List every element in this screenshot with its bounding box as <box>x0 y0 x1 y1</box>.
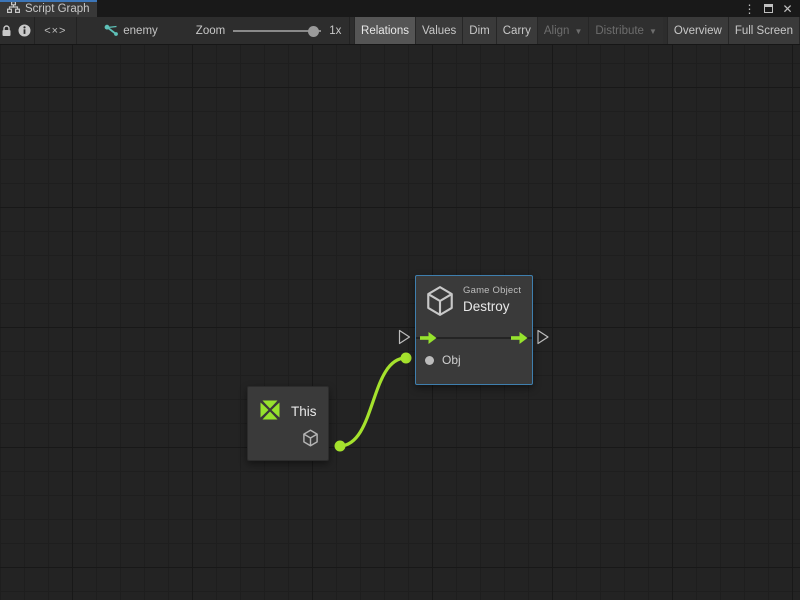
full-screen-button[interactable]: Full Screen <box>728 17 800 44</box>
graph-hierarchy-icon <box>7 0 20 18</box>
script-graph-asset-icon <box>104 24 118 37</box>
node-title: This <box>291 404 317 419</box>
graph-toolbar: <×> enemy Zoom 1x Relations Values Dim C… <box>0 17 800 45</box>
node-destroy-header: Game Object Destroy <box>416 276 532 317</box>
maximize-icon <box>764 4 773 13</box>
game-object-cube-icon <box>302 429 319 447</box>
distribute-dropdown[interactable]: Distribute ▼ <box>588 17 663 44</box>
port-dot-icon <box>425 356 434 365</box>
align-dropdown[interactable]: Align ▼ <box>537 17 589 44</box>
window-maximize-button[interactable] <box>761 1 776 16</box>
wire-start-dot <box>335 441 346 452</box>
zoom-control: Zoom 1x <box>168 17 350 44</box>
node-title: Destroy <box>463 299 521 314</box>
node-this[interactable]: This <box>247 386 329 461</box>
dim-button[interactable]: Dim <box>462 17 495 44</box>
control-output-port[interactable] <box>511 331 528 350</box>
connection-wire <box>340 358 406 446</box>
graph-name: enemy <box>123 25 158 37</box>
obj-input-port[interactable]: Obj <box>425 353 461 367</box>
lock-icon <box>1 25 12 37</box>
graph-canvas[interactable]: This Game Object Destroy <box>0 45 800 600</box>
game-object-cube-icon <box>425 285 455 317</box>
window-close-button[interactable]: ✕ <box>780 1 795 16</box>
window-menu-button[interactable]: ⋮ <box>742 1 757 16</box>
zoom-label: Zoom <box>196 25 225 37</box>
info-icon <box>18 24 31 37</box>
flow-out-triangle-icon <box>538 331 548 344</box>
values-button[interactable]: Values <box>415 17 462 44</box>
toolbar-button-row: Relations Values Dim Carry Align ▼ Distr… <box>354 17 800 44</box>
node-category: Game Object <box>463 285 521 296</box>
carry-button[interactable]: Carry <box>496 17 537 44</box>
tab-script-graph[interactable]: Script Graph <box>0 0 97 17</box>
flow-arrow-icon <box>511 331 528 345</box>
this-converge-icon <box>257 397 283 423</box>
window-controls: ⋮ ✕ <box>742 0 800 17</box>
edit-code-button[interactable]: <×> <box>35 17 76 44</box>
wire-layer <box>0 45 800 600</box>
lock-button[interactable] <box>0 17 14 44</box>
this-self-output-port[interactable] <box>302 429 319 452</box>
flow-in-triangle-icon <box>400 331 410 344</box>
chevron-down-icon: ▼ <box>649 26 657 36</box>
flow-arrow-icon <box>420 331 437 345</box>
zoom-slider-handle[interactable] <box>308 26 319 37</box>
relations-button[interactable]: Relations <box>354 17 415 44</box>
graph-reference[interactable]: enemy <box>76 17 168 44</box>
zoom-slider[interactable] <box>233 24 321 38</box>
zoom-value: 1x <box>329 25 341 37</box>
tab-title: Script Graph <box>25 3 90 15</box>
wire-end-dot <box>401 353 412 364</box>
chevron-down-icon: ▼ <box>574 26 582 36</box>
window-tab-bar: Script Graph ⋮ ✕ <box>0 0 800 17</box>
node-this-header: This <box>248 387 328 423</box>
tab-active-accent <box>0 0 97 2</box>
overview-button[interactable]: Overview <box>667 17 728 44</box>
port-label: Obj <box>442 353 461 367</box>
toolbar-separator <box>349 17 350 44</box>
node-destroy[interactable]: Game Object Destroy Obj <box>415 275 533 385</box>
control-input-port[interactable] <box>420 331 437 350</box>
info-button[interactable] <box>14 17 34 44</box>
